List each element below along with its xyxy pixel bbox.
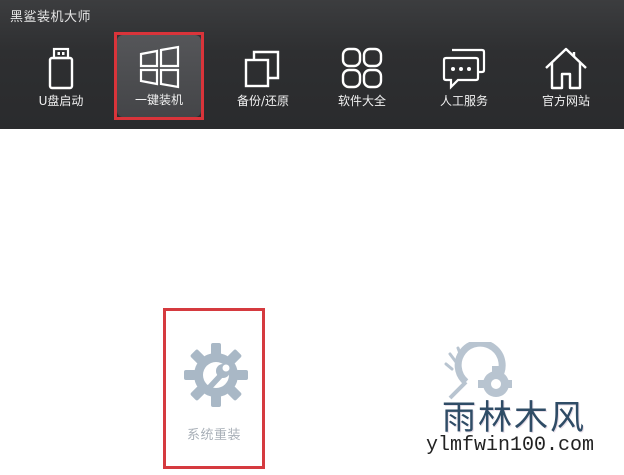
backup-restore-icon bbox=[241, 46, 285, 90]
nav-item-usb-boot[interactable]: U盘启动 bbox=[16, 38, 106, 120]
nav-item-label: 备份/还原 bbox=[236, 94, 290, 108]
nav-item-software[interactable]: 软件大全 bbox=[317, 38, 407, 120]
home-icon bbox=[544, 46, 588, 90]
nav-item-label: 软件大全 bbox=[337, 94, 386, 108]
nav-item-label: U盘启动 bbox=[38, 94, 84, 108]
active-highlight-frame bbox=[114, 32, 204, 120]
chat-bubbles-icon bbox=[442, 46, 486, 90]
nav-item-backup-restore[interactable]: 备份/还原 bbox=[218, 38, 308, 120]
top-navigation-bar: 黑鲨装机大师 U盘启动 一键装机 备份/还原 软件大全 人工服务 官方网站 bbox=[0, 0, 624, 129]
usb-drive-icon bbox=[39, 46, 83, 90]
nav-item-label: 人工服务 bbox=[439, 94, 488, 108]
app-window: 黑鲨装机大师 U盘启动 一键装机 备份/还原 软件大全 人工服务 官方网站 系统… bbox=[0, 0, 624, 475]
app-title: 黑鲨装机大师 bbox=[10, 10, 92, 25]
nav-item-label: 官方网站 bbox=[541, 94, 590, 108]
system-reinstall-option[interactable]: 系统重装 bbox=[163, 308, 265, 469]
gear-wrench-icon bbox=[182, 341, 250, 409]
system-reinstall-label: 系统重装 bbox=[186, 428, 241, 443]
nav-item-official-site[interactable]: 官方网站 bbox=[521, 38, 611, 120]
apps-grid-icon bbox=[340, 46, 384, 90]
watermark-chinese-text: 雨林木风 bbox=[442, 398, 586, 438]
nav-item-support[interactable]: 人工服务 bbox=[419, 38, 509, 120]
watermark-url-text: ylmfwin100.com bbox=[426, 434, 595, 457]
watermark: 雨林木风 ylmfwin100.com bbox=[420, 390, 620, 470]
